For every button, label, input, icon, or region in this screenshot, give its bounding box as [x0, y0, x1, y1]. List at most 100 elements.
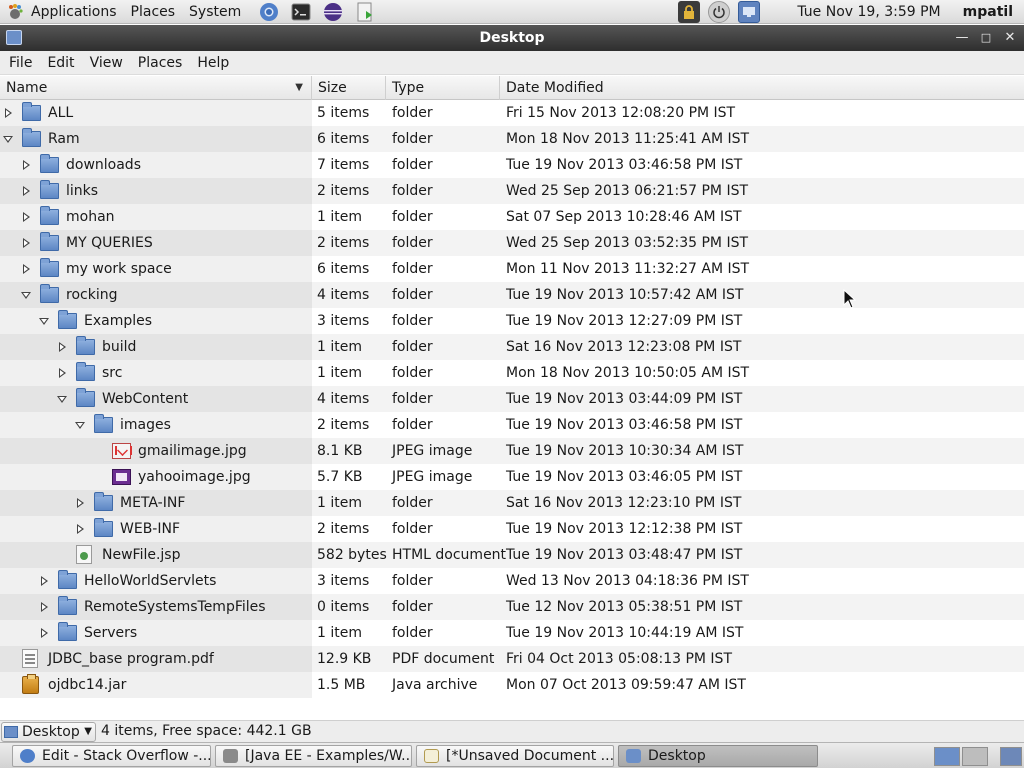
file-row[interactable]: META-INF 1 item folder Sat 16 Nov 2013 12:2…: [0, 490, 1024, 516]
file-row[interactable]: my work space 6 items folder Mon 11 Nov 201…: [0, 256, 1024, 282]
applications-menu[interactable]: Applications: [24, 0, 124, 24]
file-name: Examples: [84, 313, 153, 329]
menu-places[interactable]: Places: [132, 55, 189, 71]
places-menu[interactable]: Places: [124, 0, 183, 24]
maximize-button[interactable]: □: [977, 29, 995, 47]
column-date-header[interactable]: Date Modified: [500, 76, 1024, 100]
lock-screen-icon[interactable]: [678, 0, 701, 23]
expander-closed-icon[interactable]: [21, 211, 31, 223]
file-date: Fri 15 Nov 2013 12:08:20 PM IST: [506, 105, 736, 121]
menu-edit[interactable]: Edit: [41, 55, 80, 71]
column-size-header[interactable]: Size: [312, 76, 386, 100]
trash-icon[interactable]: [1000, 747, 1022, 766]
file-type: folder: [392, 131, 433, 147]
task-text-editor[interactable]: [*Unsaved Document ...: [416, 745, 614, 767]
file-name: MY QUERIES: [66, 235, 153, 251]
expander-open-icon[interactable]: [39, 315, 49, 327]
expander-open-icon[interactable]: [57, 393, 67, 405]
file-size: 7 items: [317, 157, 370, 173]
file-date: Mon 11 Nov 2013 11:32:27 AM IST: [506, 261, 750, 277]
column-name-header[interactable]: Name ▼: [0, 76, 312, 100]
expander-closed-icon[interactable]: [21, 159, 31, 171]
expander-closed-icon[interactable]: [21, 237, 31, 249]
file-size: 1 item: [317, 339, 362, 355]
file-date: Tue 19 Nov 2013 10:30:34 AM IST: [506, 443, 744, 459]
file-size: 1.5 MB: [317, 677, 366, 693]
expander-closed-icon[interactable]: [21, 185, 31, 197]
menu-view[interactable]: View: [84, 55, 129, 71]
file-row[interactable]: mohan 1 item folder Sat 07 Sep 2013 10:28:4…: [0, 204, 1024, 230]
file-row[interactable]: images 2 items folder Tue 19 Nov 2013 03:46…: [0, 412, 1024, 438]
top-panel: Applications Places System Tue Nov 19, 3…: [0, 0, 1024, 24]
file-row[interactable]: rocking 4 items folder Tue 19 Nov 2013 10:5…: [0, 282, 1024, 308]
name-cell: downloads: [0, 152, 312, 178]
file-row[interactable]: gmailimage.jpg 8.1 KB JPEG image Tue 19 Nov…: [0, 438, 1024, 464]
file-row[interactable]: JDBC_base program.pdf 12.9 KB PDF document…: [0, 646, 1024, 672]
file-name: mohan: [66, 209, 115, 225]
file-row[interactable]: WebContent 4 items folder Tue 19 Nov 2013 0…: [0, 386, 1024, 412]
expander-open-icon[interactable]: [3, 133, 13, 145]
file-row[interactable]: Examples 3 items folder Tue 19 Nov 2013 12:…: [0, 308, 1024, 334]
task-desktop[interactable]: Desktop: [618, 745, 818, 767]
file-row[interactable]: downloads 7 items folder Tue 19 Nov 2013 03…: [0, 152, 1024, 178]
file-row[interactable]: build 1 item folder Sat 16 Nov 2013 12:23:0…: [0, 334, 1024, 360]
file-row[interactable]: ALL 5 items folder Fri 15 Nov 2013 12:08:20…: [0, 100, 1024, 126]
file-row[interactable]: src 1 item folder Mon 18 Nov 2013 10:50:05 …: [0, 360, 1024, 386]
expander-closed-icon[interactable]: [39, 575, 49, 587]
workspace-2[interactable]: [962, 747, 988, 766]
file-type: JPEG image: [392, 443, 473, 459]
file-row[interactable]: Ram 6 items folder Mon 18 Nov 2013 11:25:41…: [0, 126, 1024, 152]
column-type-header[interactable]: Type: [386, 76, 500, 100]
expander-closed-icon[interactable]: [57, 367, 67, 379]
expander-closed-icon[interactable]: [21, 263, 31, 275]
name-cell: Ram: [0, 126, 312, 152]
file-row[interactable]: links 2 items folder Wed 25 Sep 2013 06:21:…: [0, 178, 1024, 204]
clock[interactable]: Tue Nov 19, 3:59 PM: [790, 0, 947, 24]
place-selector-label: Desktop: [22, 724, 80, 740]
task-eclipse[interactable]: [Java EE - Examples/W...: [215, 745, 412, 767]
network-icon[interactable]: [738, 0, 761, 23]
file-row[interactable]: RemoteSystemsTempFiles 0 items folder Tue 1…: [0, 594, 1024, 620]
workspace-1[interactable]: [934, 747, 960, 766]
expander-closed-icon[interactable]: [39, 627, 49, 639]
name-cell: ojdbc14.jar: [0, 672, 312, 698]
file-name: WebContent: [102, 391, 189, 407]
chrome-icon[interactable]: [258, 1, 280, 23]
expander-closed-icon[interactable]: [3, 107, 13, 119]
expander-closed-icon[interactable]: [57, 341, 67, 353]
menu-help[interactable]: Help: [191, 55, 235, 71]
eclipse-icon[interactable]: [322, 1, 344, 23]
file-row[interactable]: ojdbc14.jar 1.5 MB Java archive Mon 07 Oct …: [0, 672, 1024, 698]
power-icon[interactable]: [708, 0, 731, 23]
expander-closed-icon[interactable]: [75, 497, 85, 509]
expander-closed-icon[interactable]: [75, 523, 85, 535]
task-stack-overflow[interactable]: Edit - Stack Overflow -...: [12, 745, 211, 767]
close-button[interactable]: ✕: [1001, 29, 1019, 47]
file-row[interactable]: Servers 1 item folder Tue 19 Nov 2013 10:44…: [0, 620, 1024, 646]
place-selector[interactable]: Desktop ▼: [1, 722, 96, 742]
minimize-button[interactable]: —: [953, 29, 971, 47]
file-list[interactable]: ALL 5 items folder Fri 15 Nov 2013 12:08:20…: [0, 100, 1024, 720]
file-row[interactable]: HelloWorldServlets 3 items folder Wed 13 No…: [0, 568, 1024, 594]
file-row[interactable]: WEB-INF 2 items folder Tue 19 Nov 2013 12:1…: [0, 516, 1024, 542]
expander-open-icon[interactable]: [75, 419, 85, 431]
terminal-icon[interactable]: [290, 1, 312, 23]
file-row[interactable]: NewFile.jsp 582 bytes HTML document Tue 19 …: [0, 542, 1024, 568]
file-date: Fri 04 Oct 2013 05:08:13 PM IST: [506, 651, 732, 667]
menu-file[interactable]: File: [3, 55, 38, 71]
file-size: 3 items: [317, 573, 370, 589]
file-row[interactable]: yahooimage.jpg 5.7 KB JPEG image Tue 19 Nov…: [0, 464, 1024, 490]
user-name[interactable]: mpatil: [956, 0, 1020, 24]
expander-closed-icon[interactable]: [39, 601, 49, 613]
window-titlebar[interactable]: Desktop — □ ✕: [0, 25, 1024, 51]
name-cell: Servers: [0, 620, 312, 646]
task-label: Desktop: [648, 748, 706, 764]
sort-descending-icon: ▼: [295, 82, 303, 93]
package-installer-icon[interactable]: [354, 1, 376, 23]
gnome-foot-icon[interactable]: [6, 3, 24, 21]
expander-open-icon[interactable]: [21, 289, 31, 301]
system-menu[interactable]: System: [182, 0, 248, 24]
file-size: 0 items: [317, 599, 370, 615]
column-header: Name ▼ Size Type Date Modified: [0, 76, 1024, 100]
file-row[interactable]: MY QUERIES 2 items folder Wed 25 Sep 2013 0…: [0, 230, 1024, 256]
